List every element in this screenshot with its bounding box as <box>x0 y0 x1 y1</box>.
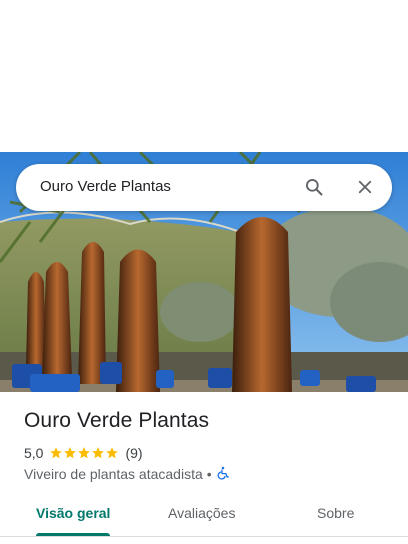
star-icon <box>78 447 91 459</box>
clear-search-button[interactable] <box>353 175 377 199</box>
rating-stars <box>49 446 119 460</box>
tab-bar: Visão geral Avaliações Sobre <box>0 496 408 536</box>
place-title: Ouro Verde Plantas <box>24 409 210 432</box>
close-icon <box>358 180 372 194</box>
search-icon <box>306 179 323 196</box>
place-category: Viveiro de plantas atacadista <box>24 466 203 482</box>
star-icon <box>64 447 77 459</box>
wheelchair-icon <box>216 466 230 483</box>
rating-row[interactable]: 5,0 (9) <box>24 444 143 462</box>
star-icon <box>50 447 63 459</box>
tab-overview[interactable]: Visão geral <box>36 505 110 521</box>
tabs-divider <box>0 536 408 537</box>
rating-value: 5,0 <box>24 445 44 461</box>
tab-reviews[interactable]: Avaliações <box>168 505 235 521</box>
review-count[interactable]: (9) <box>125 445 142 461</box>
star-icon <box>92 447 105 459</box>
tab-about[interactable]: Sobre <box>317 505 354 521</box>
star-icon <box>106 447 119 459</box>
separator: • <box>206 466 212 482</box>
category-row: Viveiro de plantas atacadista • <box>24 465 230 483</box>
search-button[interactable] <box>302 175 326 199</box>
search-input[interactable]: Ouro Verde Plantas <box>40 178 171 195</box>
search-bar[interactable]: Ouro Verde Plantas <box>16 164 392 211</box>
